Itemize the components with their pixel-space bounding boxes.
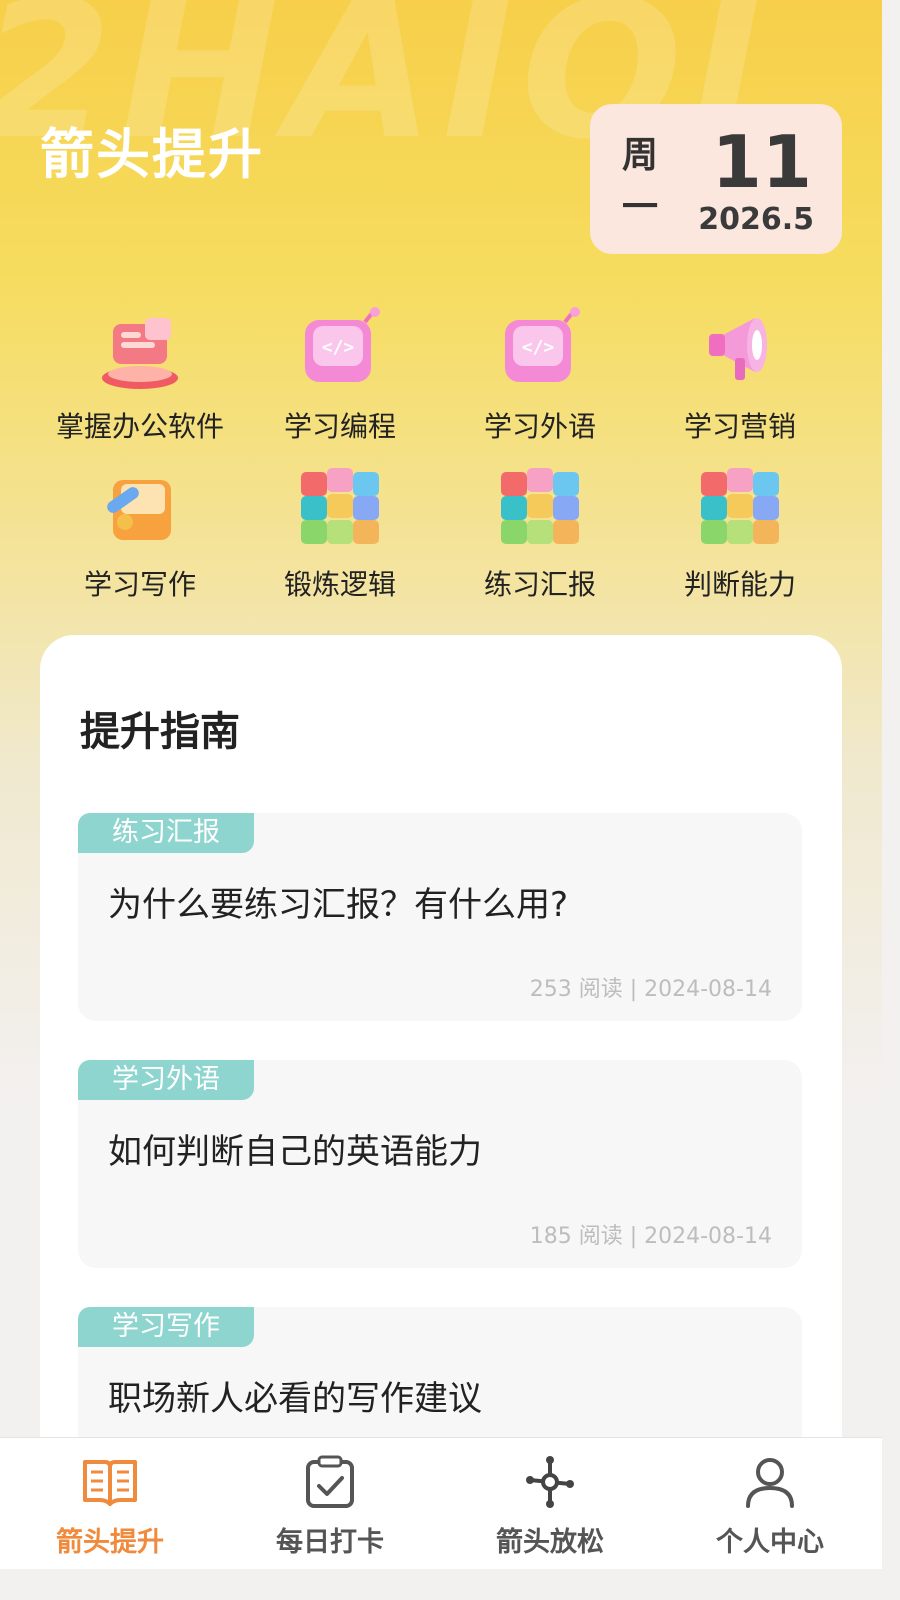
checkin-icon [300,1452,360,1512]
category-report[interactable]: 练习汇报 [440,463,640,603]
category-marketing[interactable]: 学习营销 [640,305,840,445]
article-tag: 学习写作 [78,1307,254,1347]
profile-icon [740,1452,800,1512]
megaphone-icon [692,305,788,393]
article-title: 为什么要练习汇报？有什么用? [108,885,569,925]
cube-icon [492,463,588,551]
weekday-top: 周 [621,135,658,176]
article-card[interactable]: 学习外语 如何判断自己的英语能力 185 阅读 | 2024-08-14 [78,1060,802,1268]
tab-home[interactable]: 箭头提升 [0,1438,220,1569]
category-grid: 掌握办公软件 </> 学习编程 </> 学习外语 学习营销 学习写作 锻炼逻辑 … [40,305,842,603]
tab-relax[interactable]: 箭头放松 [440,1438,660,1569]
relax-icon [520,1452,580,1512]
svg-text:</>: </> [322,337,355,358]
book-icon [80,1452,140,1512]
category-label: 学习营销 [683,410,796,443]
article-tag: 练习汇报 [78,813,254,853]
category-office-software[interactable]: 掌握办公软件 [40,305,240,445]
category-label: 锻炼逻辑 [283,568,396,601]
weekday: 周 一 [620,130,660,234]
cube-icon [692,463,788,551]
bottom-tab-bar: 箭头提升 每日打卡 箭头放松 个人中心 [0,1437,882,1569]
date-day: 11 [711,120,812,204]
office-icon [92,305,188,393]
svg-text:</>: </> [522,337,555,358]
category-programming[interactable]: </> 学习编程 [240,305,440,445]
category-writing[interactable]: 学习写作 [40,463,240,603]
guide-panel: 提升指南 练习汇报 为什么要练习汇报？有什么用? 253 阅读 | 2024-0… [40,635,842,1515]
category-label: 练习汇报 [483,568,596,601]
tab-checkin[interactable]: 每日打卡 [220,1438,440,1569]
category-logic[interactable]: 锻炼逻辑 [240,463,440,603]
cube-icon [292,463,388,551]
article-title: 如何判断自己的英语能力 [108,1132,482,1172]
category-label: 判断能力 [683,568,796,601]
tab-label: 箭头放松 [496,1527,604,1558]
date-card: 周 一 11 2026.5 [590,104,842,254]
category-foreign-language[interactable]: </> 学习外语 [440,305,640,445]
category-label: 学习编程 [283,410,396,443]
weekday-bottom: 一 [621,187,658,228]
writing-icon [92,463,188,551]
category-label: 学习外语 [483,410,596,443]
date-year-month: 2026.5 [698,202,814,237]
article-tag: 学习外语 [78,1060,254,1100]
tab-profile[interactable]: 个人中心 [660,1438,880,1569]
article-card[interactable]: 练习汇报 为什么要练习汇报？有什么用? 253 阅读 | 2024-08-14 [78,813,802,1021]
tab-label: 箭头提升 [56,1527,164,1558]
code-icon: </> [492,305,588,393]
code-icon: </> [292,305,388,393]
article-title: 职场新人必看的写作建议 [108,1379,482,1419]
tab-label: 每日打卡 [276,1527,384,1558]
page-title: 箭头提升 [40,123,264,186]
article-meta: 185 阅读 | 2024-08-14 [529,1224,772,1249]
category-judgment[interactable]: 判断能力 [640,463,840,603]
guide-title: 提升指南 [80,709,240,755]
category-label: 学习写作 [83,568,196,601]
tab-label: 个人中心 [716,1527,824,1558]
article-meta: 253 阅读 | 2024-08-14 [529,977,772,1002]
category-label: 掌握办公软件 [55,410,224,443]
